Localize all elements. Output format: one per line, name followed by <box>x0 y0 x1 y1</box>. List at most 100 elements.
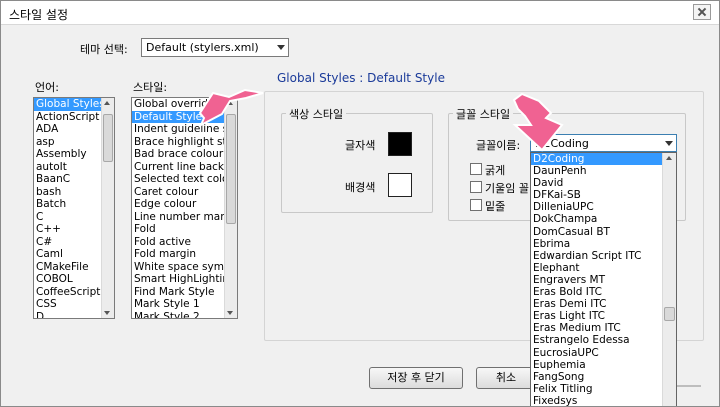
style-list-item[interactable]: Line number margin <box>132 211 224 224</box>
style-list-item[interactable]: Mark Style 2 <box>132 311 224 319</box>
font-style-title: 글꼴 스타일 <box>453 106 514 122</box>
italic-checkbox[interactable] <box>470 181 482 193</box>
style-list-item[interactable]: Fold active <box>132 236 224 249</box>
font-dropdown-item[interactable]: Edwardian Script ITC <box>531 250 662 262</box>
style-list-item[interactable]: Brace highlight style <box>132 136 224 149</box>
font-dropdown-item[interactable]: EucrosiaUPC <box>531 347 662 359</box>
font-dropdown-item[interactable]: Elephant <box>531 262 662 274</box>
language-list-item[interactable]: CMakeFile <box>34 261 101 274</box>
style-list-items: Global override Default Style Indent guide… <box>132 98 224 318</box>
font-dropdown-item[interactable]: Eras Medium ITC <box>531 322 662 334</box>
style-list[interactable]: Global override Default Style Indent guide… <box>131 97 238 319</box>
color-style-group: 색상 스타일 <box>281 106 433 213</box>
font-dropdown-item[interactable]: Felix Titling <box>531 383 662 395</box>
font-dropdown-item[interactable]: David <box>531 177 662 189</box>
style-list-item[interactable]: Default Style <box>132 110 224 123</box>
foreground-label: 글자색 <box>345 139 376 152</box>
font-dropdown-item[interactable]: Eras Light ITC <box>531 310 662 322</box>
font-dropdown-scroll-thumb[interactable] <box>664 307 675 321</box>
underline-checkbox[interactable] <box>470 199 482 211</box>
language-list-item[interactable]: BaanC <box>34 173 101 186</box>
bold-label: 굵게 <box>485 164 506 177</box>
window-title: 스타일 설정 <box>9 8 69 22</box>
style-list-item[interactable]: Find Mark Style <box>132 286 224 299</box>
font-dropdown-item[interactable]: Euphemia <box>531 359 662 371</box>
language-list-item[interactable]: ActionScript <box>34 111 101 124</box>
language-list-item[interactable]: ADA <box>34 123 101 136</box>
background-label: 배경색 <box>345 181 376 194</box>
style-list-item[interactable]: Edge colour <box>132 198 224 211</box>
font-dropdown-scrollbar[interactable] <box>662 153 676 406</box>
style-scroll-thumb[interactable] <box>226 114 236 224</box>
font-dropdown-item[interactable]: Engravers MT <box>531 274 662 286</box>
font-dropdown-list[interactable]: D2Coding DaunPenh David DFKai-SB DilleniaUPC… <box>530 152 677 406</box>
font-dropdown-item[interactable]: Ebrima <box>531 238 662 250</box>
scroll-up-icon[interactable] <box>666 156 672 160</box>
theme-select[interactable]: Default (stylers.xml) <box>141 38 289 57</box>
font-dropdown-item[interactable]: DokChampa <box>531 213 662 225</box>
scroll-down-icon[interactable] <box>227 311 233 315</box>
style-list-item[interactable]: Global override <box>132 98 224 111</box>
font-dropdown-item[interactable]: Fixedsys <box>531 395 662 406</box>
language-list-item[interactable]: asp <box>34 136 101 149</box>
font-dropdown-item[interactable]: DaunPenh <box>531 165 662 177</box>
style-list-item[interactable]: Smart HighLighting <box>132 273 224 286</box>
font-dropdown-item[interactable]: D2Coding <box>531 153 662 166</box>
font-dropdown-item[interactable]: DomCasual BT <box>531 226 662 238</box>
font-dropdown-item[interactable]: FangSong <box>531 371 662 383</box>
scroll-up-icon[interactable] <box>104 101 110 105</box>
style-list-item[interactable]: Fold <box>132 223 224 236</box>
style-list-item[interactable]: White space symbo <box>132 261 224 274</box>
scroll-up-icon[interactable] <box>227 101 233 105</box>
scroll-down-icon[interactable] <box>104 311 110 315</box>
language-list-item[interactable]: C++ <box>34 223 101 236</box>
background-color-swatch[interactable] <box>388 173 412 197</box>
language-list-item[interactable]: bash <box>34 186 101 199</box>
style-list-item[interactable]: Bad brace colour <box>132 148 224 161</box>
language-list[interactable]: Global Styles ActionScript ADA asp Assembly a… <box>33 97 115 319</box>
transparency-slider-track[interactable] <box>677 385 701 387</box>
style-section-title: Global Styles : Default Style <box>277 71 445 85</box>
close-icon[interactable] <box>693 4 711 20</box>
style-list-item[interactable]: Fold margin <box>132 248 224 261</box>
language-scroll-thumb[interactable] <box>103 114 113 162</box>
style-list-item[interactable]: Current line backgr <box>132 161 224 174</box>
font-dropdown-item[interactable]: Eras Demi ITC <box>531 298 662 310</box>
italic-label: 기울임 꼴 <box>485 182 529 195</box>
font-dropdown-item[interactable]: DFKai-SB <box>531 189 662 201</box>
theme-label: 테마 선택: <box>80 43 128 56</box>
style-scrollbar[interactable] <box>224 98 237 318</box>
style-header: 스타일: <box>133 81 168 94</box>
save-close-button[interactable]: 저장 후 닫기 <box>369 367 463 389</box>
language-list-item[interactable]: Global Styles <box>34 98 101 111</box>
font-name-select[interactable]: D2Coding <box>530 134 677 152</box>
style-list-item[interactable]: Indent guideline sty <box>132 123 224 136</box>
language-list-item[interactable]: D <box>34 311 101 319</box>
language-list-item[interactable]: Assembly <box>34 148 101 161</box>
language-list-item[interactable]: C# <box>34 236 101 249</box>
font-name-select-value: D2Coding <box>535 137 589 150</box>
font-dropdown-item[interactable]: Eras Bold ITC <box>531 286 662 298</box>
theme-select-value: Default (stylers.xml) <box>146 41 259 54</box>
style-list-item[interactable]: Caret colour <box>132 186 224 199</box>
language-list-item[interactable]: autoIt <box>34 161 101 174</box>
chevron-down-icon <box>277 45 285 50</box>
language-header: 언어: <box>35 81 59 94</box>
language-list-item[interactable]: CoffeeScript <box>34 286 101 299</box>
foreground-color-swatch[interactable] <box>388 132 412 156</box>
language-list-item[interactable]: Caml <box>34 248 101 261</box>
chevron-down-icon <box>665 141 673 146</box>
language-list-item[interactable]: COBOL <box>34 273 101 286</box>
language-scrollbar[interactable] <box>101 98 114 318</box>
font-dropdown-item[interactable]: Estrangelo Edessa <box>531 334 662 346</box>
language-list-item[interactable]: Batch <box>34 198 101 211</box>
cancel-button[interactable]: 취소 <box>476 367 536 389</box>
style-list-item[interactable]: Selected text colou <box>132 173 224 186</box>
language-list-item[interactable]: CSS <box>34 298 101 311</box>
bold-checkbox[interactable] <box>470 163 482 175</box>
language-list-item[interactable]: C <box>34 211 101 224</box>
style-list-item[interactable]: Mark Style 1 <box>132 298 224 311</box>
font-name-label: 글꼴이름: <box>476 139 521 152</box>
language-list-items: Global Styles ActionScript ADA asp Assembly a… <box>34 98 101 318</box>
font-dropdown-item[interactable]: DilleniaUPC <box>531 201 662 213</box>
